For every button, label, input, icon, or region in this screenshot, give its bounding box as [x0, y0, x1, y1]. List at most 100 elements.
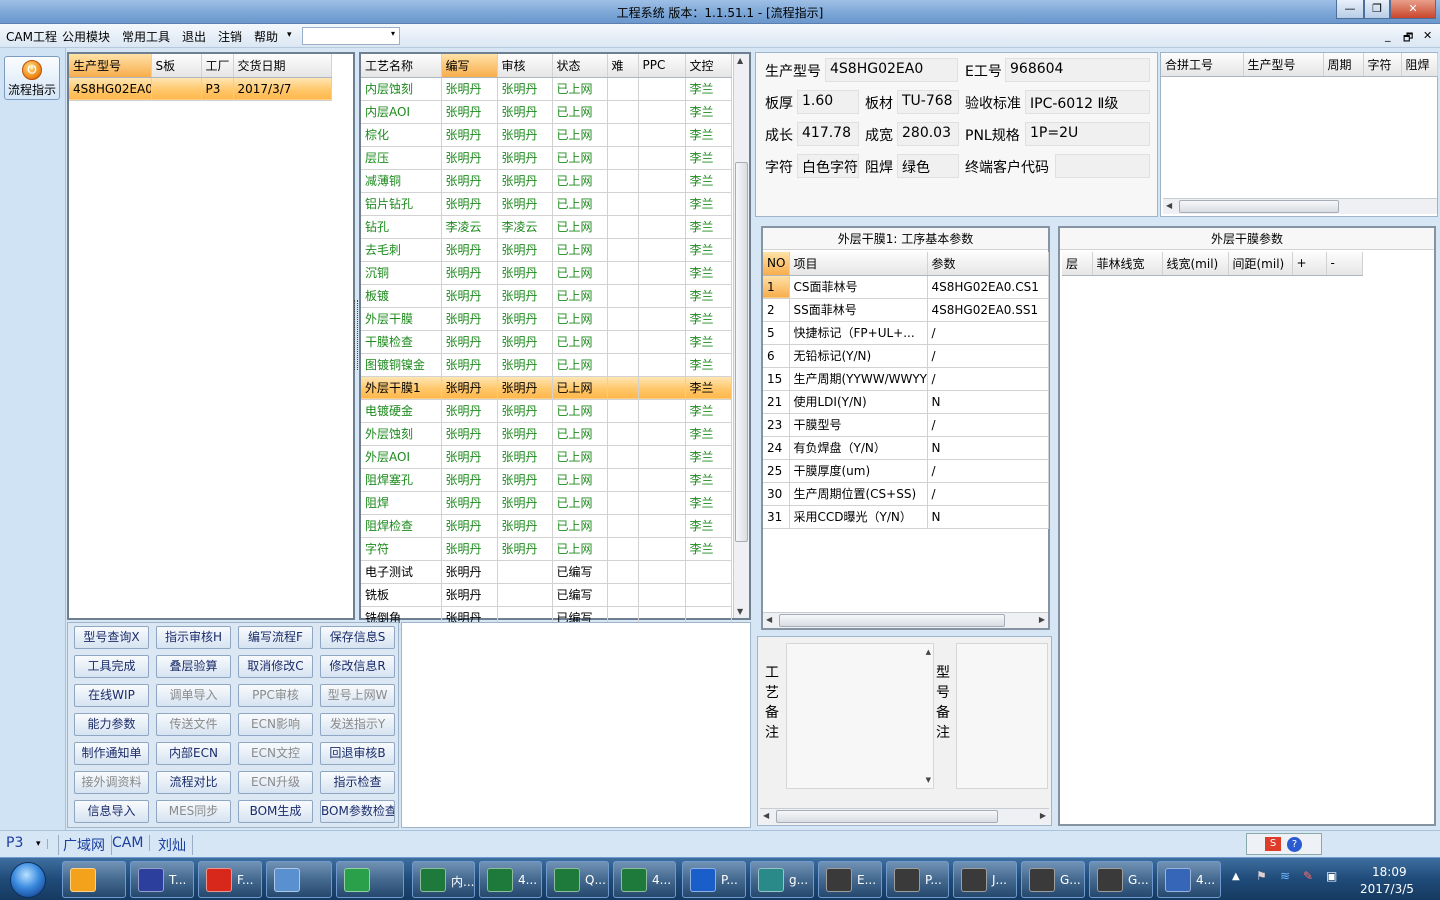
menu-help[interactable]: 帮助 [254, 28, 278, 45]
standard-field[interactable]: IPC-6012 Ⅱ级 [1025, 90, 1150, 114]
taskbar-item[interactable]: 4... [479, 861, 542, 898]
remarks-hscroll[interactable]: ◀ ▶ [760, 808, 1049, 824]
action-button[interactable]: 流程对比 [156, 771, 231, 794]
pnl-field[interactable]: 1P=2U [1025, 122, 1150, 146]
process-row[interactable]: 板镀 张明丹 张明丹 已上网 李兰 [361, 284, 732, 308]
order-row[interactable]: 4S8HG02EA0 P3 2017/3/7 [69, 77, 332, 101]
process-row[interactable]: 去毛刺 张明丹 张明丹 已上网 李兰 [361, 238, 732, 262]
network-icon[interactable]: ▣ [1326, 869, 1337, 883]
order-col-header[interactable]: S板 [151, 54, 202, 78]
action-button[interactable]: 调单导入 [156, 684, 231, 707]
process-row[interactable]: 内层AOI 张明丹 张明丹 已上网 李兰 [361, 100, 732, 124]
process-col-header[interactable]: 状态 [552, 54, 608, 78]
status-factory[interactable]: P3 [6, 835, 29, 851]
pen-icon[interactable]: ✎ [1303, 869, 1313, 883]
params-scroll-thumb[interactable] [779, 614, 1005, 627]
taskbar-item[interactable]: P... [886, 861, 949, 898]
taskbar-item[interactable]: G... [1089, 861, 1153, 898]
action-button[interactable]: MES同步 [156, 800, 231, 823]
scroll-up-icon[interactable]: ▲ [926, 648, 931, 656]
taskbar-item[interactable]: J... [953, 861, 1017, 898]
process-remark-textarea[interactable]: ▲ ▼ [786, 643, 934, 789]
process-row[interactable]: 内层蚀刻 张明丹 张明丹 已上网 李兰 [361, 77, 732, 101]
action-button[interactable]: 发送指示Y [320, 713, 395, 736]
taskbar-item[interactable]: 内... [412, 861, 475, 898]
params-row[interactable]: 31 采用CCD曝光（Y/N） N [763, 505, 1049, 529]
process-col-header[interactable]: 文控 [685, 54, 732, 78]
scroll-left-icon[interactable]: ◀ [763, 811, 769, 820]
process-row[interactable]: 层压 张明丹 张明丹 已上网 李兰 [361, 146, 732, 170]
network-activity-icon[interactable]: ≋ [1280, 869, 1290, 883]
action-button[interactable]: 叠层验算 [156, 655, 231, 678]
process-row[interactable]: 外层蚀刻 张明丹 张明丹 已上网 李兰 [361, 422, 732, 446]
model-remark-textarea[interactable] [956, 643, 1048, 789]
process-col-header[interactable]: 工艺名称 [361, 54, 442, 78]
process-row[interactable]: 阻焊 张明丹 张明丹 已上网 李兰 [361, 491, 732, 515]
outer-col-header[interactable]: 菲林线宽 [1092, 252, 1163, 276]
params-row[interactable]: 1 CS面菲林号 4S8HG02EA0.CS1 [763, 275, 1049, 299]
length-field[interactable]: 417.78 [797, 122, 859, 146]
taskbar-item[interactable]: g... [750, 861, 814, 898]
taskbar-item[interactable]: P... [682, 861, 746, 898]
process-col-header[interactable]: 编写 [441, 54, 498, 78]
scroll-down-icon[interactable]: ▼ [926, 776, 931, 784]
merge-hscroll[interactable]: ◀ [1163, 198, 1437, 214]
action-button[interactable]: PPC审核 [238, 684, 313, 707]
menu-cam[interactable]: CAM工程 [6, 28, 57, 45]
taskbar-item[interactable]: G... [1021, 861, 1085, 898]
clock-date[interactable]: 2017/3/5 [1360, 882, 1414, 896]
action-button[interactable]: 取消修改C [238, 655, 313, 678]
order-col-header[interactable]: 交货日期 [233, 54, 332, 78]
process-scrollbar[interactable]: ▲ ▼ [733, 54, 749, 618]
scroll-right-icon[interactable]: ▶ [1040, 811, 1046, 820]
process-row[interactable]: 电子测试 张明丹 已编写 [361, 560, 732, 584]
mdi-minimize-button[interactable]: _ [1385, 29, 1391, 42]
width-field[interactable]: 280.03 [897, 122, 959, 146]
action-button[interactable]: ECN文控 [238, 742, 313, 765]
action-button[interactable]: 回退审核B [320, 742, 395, 765]
process-col-header[interactable]: 难 [607, 54, 639, 78]
flow-instruction-button[interactable]: ⏻ 流程指示 [4, 56, 60, 100]
process-row[interactable]: 干膜检查 张明丹 张明丹 已上网 李兰 [361, 330, 732, 354]
merge-col-header[interactable]: 周期 [1323, 53, 1364, 77]
action-button[interactable]: 在线WIP [74, 684, 149, 707]
action-button[interactable]: 制作通知单 [74, 742, 149, 765]
taskbar-item[interactable] [336, 861, 404, 898]
sogou-icon[interactable]: S [1265, 837, 1281, 851]
taskbar-item[interactable]: Q... [546, 861, 609, 898]
mdi-restore-button[interactable]: 🗗 [1403, 29, 1413, 48]
taskbar-item[interactable]: E... [818, 861, 882, 898]
process-col-header[interactable]: PPC [638, 54, 686, 78]
outer-col-header[interactable]: 层 [1062, 252, 1093, 276]
action-button[interactable]: 修改信息R [320, 655, 395, 678]
params-row[interactable]: 21 使用LDI(Y/N) N [763, 390, 1049, 414]
outer-col-header[interactable]: + [1292, 252, 1327, 276]
scroll-up-icon[interactable]: ▲ [737, 56, 743, 65]
start-button[interactable] [2, 860, 54, 900]
model-field[interactable]: 4S8HG02EA0 [825, 58, 958, 82]
process-row[interactable]: 外层干膜 张明丹 张明丹 已上网 李兰 [361, 307, 732, 331]
process-row[interactable]: 图镀铜镍金 张明丹 张明丹 已上网 李兰 [361, 353, 732, 377]
action-button[interactable]: BOM生成 [238, 800, 313, 823]
params-col-header[interactable]: 项目 [789, 252, 928, 276]
mask-field[interactable]: 绿色 [897, 154, 959, 178]
customer-code-field[interactable] [1055, 154, 1150, 178]
action-button[interactable]: 型号查询X [74, 626, 149, 649]
action-button[interactable]: 型号上网W [320, 684, 395, 707]
action-button[interactable]: 能力参数 [74, 713, 149, 736]
process-row[interactable]: 棕化 张明丹 张明丹 已上网 李兰 [361, 123, 732, 147]
material-field[interactable]: TU-768 [897, 90, 959, 114]
menu-exit[interactable]: 退出 [182, 28, 206, 45]
scroll-left-icon[interactable]: ◀ [766, 615, 772, 624]
action-button[interactable]: 保存信息S [320, 626, 395, 649]
outer-col-header[interactable]: 线宽(mil) [1162, 252, 1229, 276]
process-row[interactable]: 字符 张明丹 张明丹 已上网 李兰 [361, 537, 732, 561]
thickness-field[interactable]: 1.60 [797, 90, 859, 114]
params-row[interactable]: 25 干膜厚度(um) / [763, 459, 1049, 483]
scroll-left-icon[interactable]: ◀ [1166, 201, 1172, 210]
process-col-header[interactable]: 审核 [497, 54, 553, 78]
taskbar-item[interactable] [62, 861, 126, 898]
merge-scroll-thumb[interactable] [1179, 200, 1339, 213]
action-button[interactable]: BOM参数检查 [320, 800, 395, 823]
action-button[interactable]: 指示审核H [156, 626, 231, 649]
